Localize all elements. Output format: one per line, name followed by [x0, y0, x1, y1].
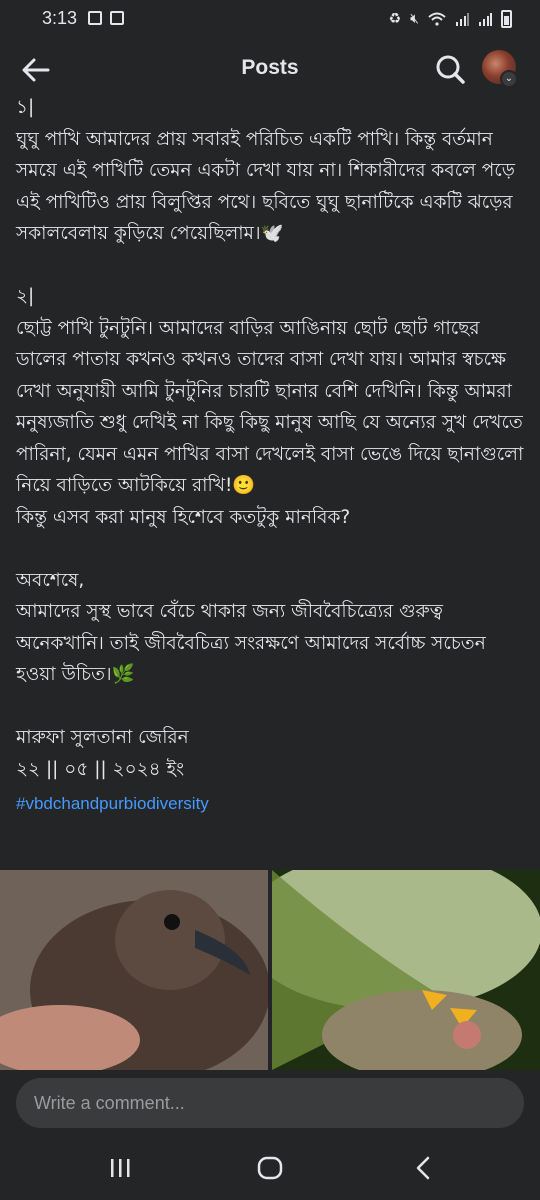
- search-button[interactable]: [432, 52, 468, 88]
- check-square-icon: [110, 11, 124, 25]
- post-paragraph: ২| ছোট্ট পাখি টুনটুনি। আমাদের বাড়ির আঙি…: [16, 286, 524, 528]
- signal-icon: [456, 13, 469, 26]
- wifi-icon: [428, 12, 446, 26]
- status-bar: 3:13 ♻ 🔇︎: [0, 0, 540, 38]
- signal-icon: [479, 13, 492, 26]
- nav-back-button[interactable]: [404, 1148, 444, 1188]
- chevron-down-icon[interactable]: ⌄: [500, 70, 518, 88]
- post-signature: মারুফা সুলতানা জেরিন ২২ || ০৫ || ২০২৪ ইং: [16, 727, 189, 780]
- nav-back-icon: [416, 1156, 430, 1180]
- post-photos: [0, 870, 540, 1070]
- search-icon: [436, 55, 465, 84]
- post-paragraph: ১| ঘুঘু পাখি আমাদের প্রায় সবারই পরিচিত …: [16, 97, 515, 244]
- image-icon: [88, 11, 102, 25]
- comment-bar: [0, 1072, 540, 1134]
- battery-icon: [501, 10, 512, 28]
- post-content: ১| ঘুঘু পাখি আমাদের প্রায় সবারই পরিচিত …: [16, 92, 528, 814]
- post-paragraph: অবশেষে, আমাদের সুস্থ ভাবে বেঁচে থাকার জন…: [16, 569, 486, 686]
- tailorbird-nest-photo[interactable]: [272, 870, 540, 1070]
- home-button[interactable]: [250, 1148, 290, 1188]
- system-nav-bar: [0, 1134, 540, 1200]
- hashtag-link[interactable]: #vbdchandpurbiodiversity: [16, 794, 528, 814]
- status-time: 3:13: [42, 8, 78, 28]
- recycle-icon: ♻: [388, 11, 402, 27]
- home-icon: [257, 1156, 283, 1180]
- recent-apps-icon: [111, 1159, 130, 1177]
- comment-input[interactable]: [16, 1078, 524, 1128]
- mute-icon: 🔇︎: [410, 11, 419, 27]
- recent-apps-button[interactable]: [100, 1148, 140, 1188]
- dove-chick-photo[interactable]: [0, 870, 268, 1070]
- app-header: Posts ⌄: [0, 38, 540, 100]
